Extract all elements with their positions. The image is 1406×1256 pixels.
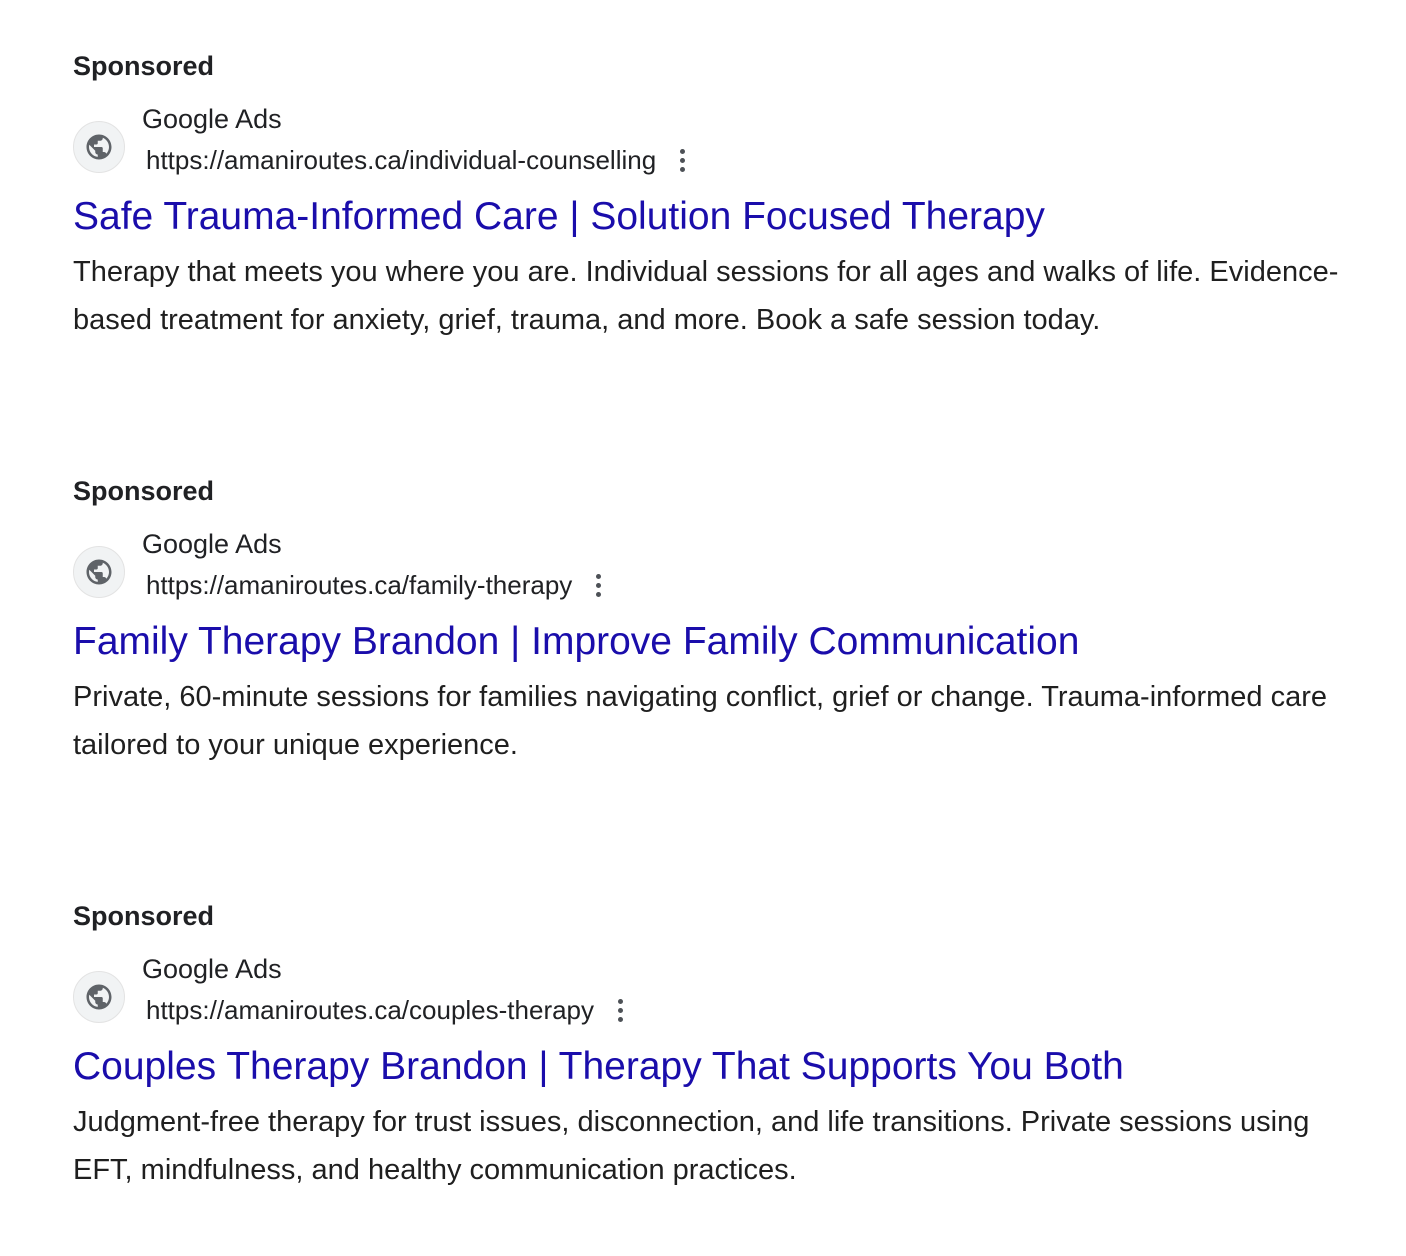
sponsored-label: Sponsored [73, 901, 215, 931]
display-url-row: https://amaniroutes.ca/individual-counse… [146, 143, 694, 177]
more-options-icon[interactable] [670, 143, 694, 177]
advertiser-name: Google Ads [142, 104, 282, 134]
ad-headline-link[interactable]: Couples Therapy Brandon | Therapy That S… [73, 1042, 1373, 1092]
ad-description: Private, 60-minute sessions for families… [73, 681, 1328, 761]
display-url[interactable]: https://amaniroutes.ca/family-therapy [146, 568, 572, 602]
advertiser-name: Google Ads [142, 954, 282, 984]
display-url[interactable]: https://amaniroutes.ca/individual-counse… [146, 143, 656, 177]
sponsored-label: Sponsored [73, 51, 215, 81]
sponsored-ad: Sponsored Google Ads https://amaniroutes… [73, 48, 1373, 344]
ad-description: Therapy that meets you where you are. In… [73, 256, 1339, 336]
ad-description: Judgment-free therapy for trust issues, … [73, 1106, 1310, 1186]
display-url-row: https://amaniroutes.ca/family-therapy [146, 568, 610, 602]
more-options-icon[interactable] [586, 568, 610, 602]
ad-source: Google Ads https://amaniroutes.ca/family… [73, 529, 1373, 613]
display-url-row: https://amaniroutes.ca/couples-therapy [146, 993, 632, 1027]
display-url[interactable]: https://amaniroutes.ca/couples-therapy [146, 993, 594, 1027]
globe-icon[interactable] [73, 971, 125, 1023]
sponsored-ad: Sponsored Google Ads https://amaniroutes… [73, 898, 1373, 1194]
globe-icon[interactable] [73, 546, 125, 598]
advertiser-name: Google Ads [142, 529, 282, 559]
ad-headline-link[interactable]: Family Therapy Brandon | Improve Family … [73, 617, 1373, 667]
sponsored-label: Sponsored [73, 476, 215, 506]
ad-source: Google Ads https://amaniroutes.ca/couple… [73, 954, 1373, 1038]
more-options-icon[interactable] [608, 993, 632, 1027]
sponsored-ad: Sponsored Google Ads https://amaniroutes… [73, 473, 1373, 769]
ad-source: Google Ads https://amaniroutes.ca/indivi… [73, 104, 1373, 188]
globe-icon[interactable] [73, 121, 125, 173]
ad-headline-link[interactable]: Safe Trauma-Informed Care | Solution Foc… [73, 192, 1373, 242]
